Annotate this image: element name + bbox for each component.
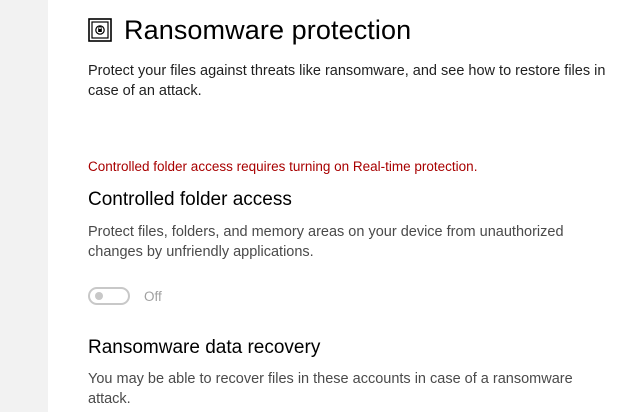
page: Ransomware protection Protect your files…	[0, 0, 628, 412]
page-title: Ransomware protection	[124, 14, 412, 45]
controlled-folder-access-toggle[interactable]	[88, 287, 130, 305]
ransomware-protection-icon	[88, 18, 112, 42]
controlled-folder-access-description: Protect files, folders, and memory areas…	[88, 224, 564, 260]
real-time-protection-warning: Controlled folder access requires turnin…	[88, 159, 478, 174]
ransomware-data-recovery-title: Ransomware data recovery	[88, 337, 321, 358]
controlled-folder-access-toggle-row: Off	[88, 287, 162, 305]
page-description: Protect your files against threats like …	[88, 63, 606, 99]
left-navigation-rail	[0, 0, 48, 412]
page-header: Ransomware protection	[88, 12, 411, 48]
toggle-knob	[95, 292, 103, 300]
toggle-state-label: Off	[144, 288, 162, 304]
controlled-folder-access-title: Controlled folder access	[88, 189, 292, 210]
ransomware-data-recovery-description: You may be able to recover files in thes…	[88, 371, 573, 407]
